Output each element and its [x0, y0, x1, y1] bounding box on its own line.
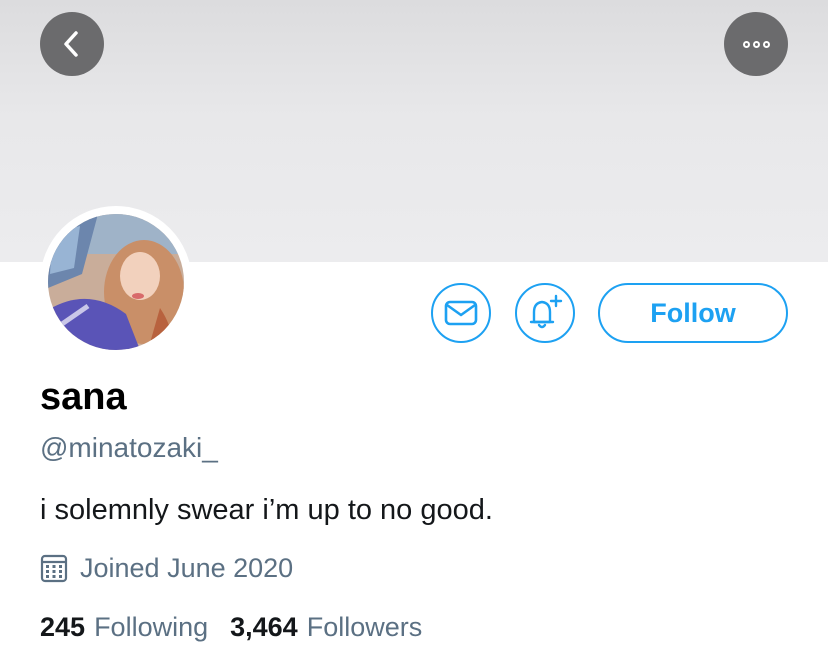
calendar-icon: [40, 554, 68, 583]
username-handle: @minatozaki_: [40, 432, 218, 463]
following-link[interactable]: 245 Following: [40, 612, 208, 643]
chevron-left-icon: [64, 31, 78, 57]
more-horizontal-icon: [742, 40, 770, 48]
followers-label: Followers: [306, 612, 423, 642]
following-label: Following: [94, 612, 209, 642]
notifications-button[interactable]: [515, 283, 575, 343]
more-button[interactable]: [724, 12, 788, 76]
follow-button[interactable]: Follow: [598, 283, 788, 343]
followers-link[interactable]: 3,464 Followers: [230, 612, 422, 643]
avatar[interactable]: [48, 214, 184, 350]
avatar-frame[interactable]: [40, 206, 192, 358]
profile-bio: i solemnly swear i’m up to no good.: [40, 494, 493, 526]
back-button[interactable]: [40, 12, 104, 76]
joined-date-row: Joined June 2020: [40, 551, 293, 585]
envelope-icon: [444, 300, 478, 326]
followers-count: 3,464: [230, 612, 298, 642]
joined-date: Joined June 2020: [80, 552, 294, 583]
avatar-photo: [48, 214, 184, 350]
display-name: sana: [40, 376, 127, 418]
message-button[interactable]: [431, 283, 491, 343]
bell-plus-icon: [529, 294, 563, 329]
following-count: 245: [40, 612, 86, 642]
follow-stats: 245 Following 3,464 Followers: [40, 612, 422, 643]
